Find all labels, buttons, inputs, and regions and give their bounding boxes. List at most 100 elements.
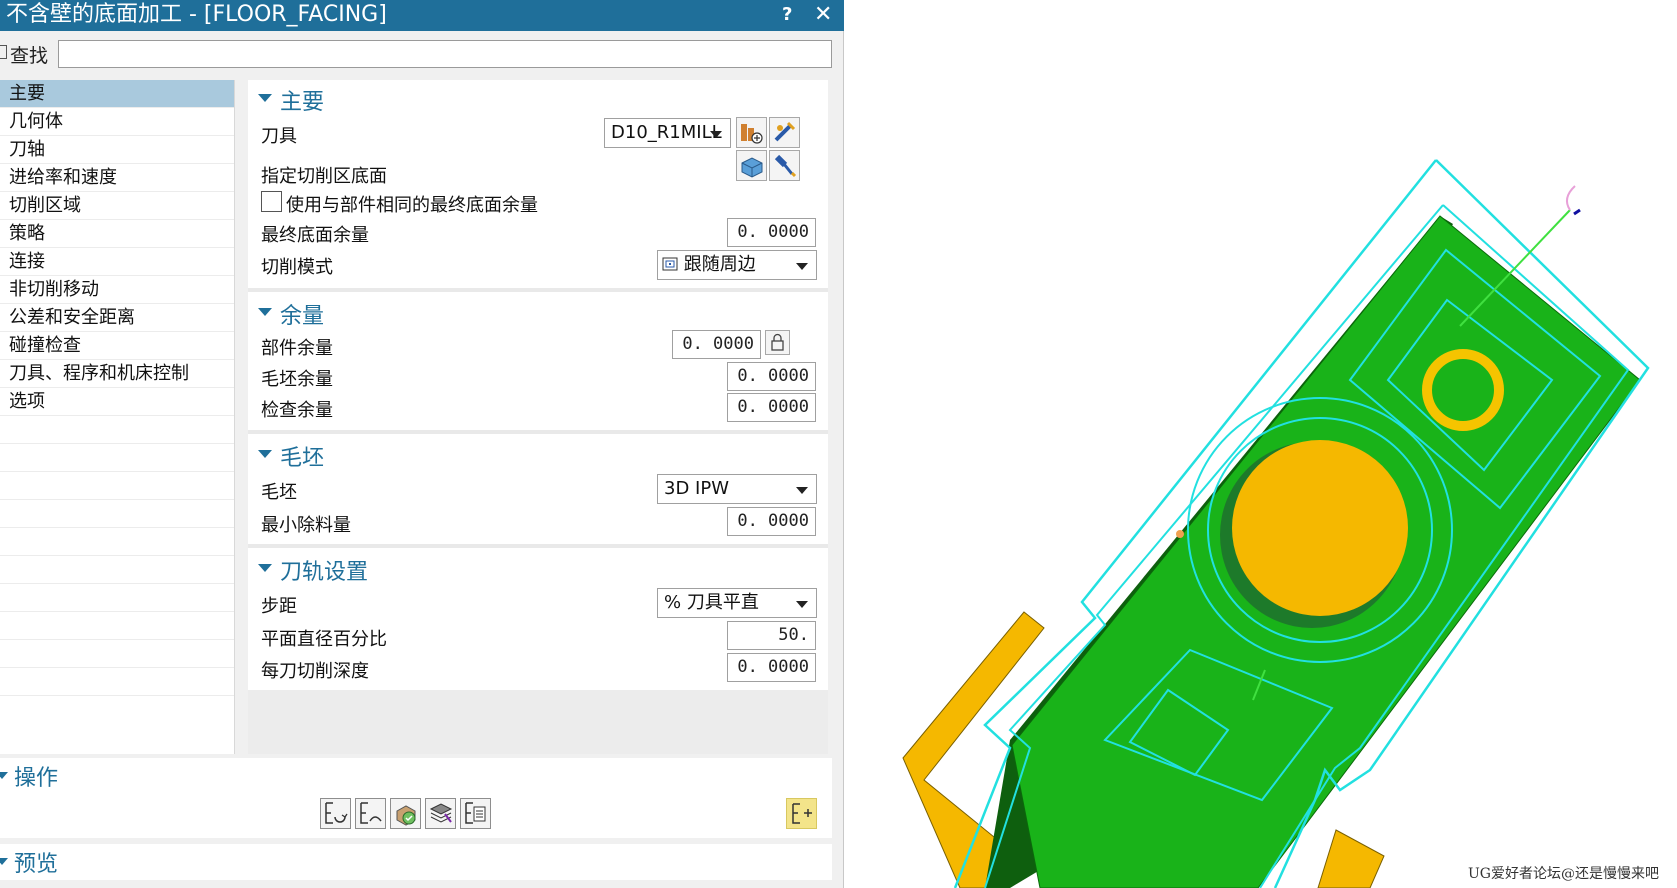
- close-button[interactable]: ✕: [814, 2, 832, 28]
- path-settings-icon: [792, 803, 812, 824]
- fixture-right-clamp: [1317, 829, 1385, 888]
- replay-icon: [360, 802, 382, 824]
- cut-pattern-label: 切削模式: [261, 257, 333, 278]
- help-button[interactable]: ?: [782, 3, 792, 27]
- watermark: UG爱好者论坛@还是慢慢来吧: [1468, 866, 1659, 882]
- stepover-dropdown[interactable]: % 刀具平直: [657, 588, 817, 618]
- dialog-title: 不含壁的底面加工 - [FLOOR_FACING]: [6, 2, 387, 27]
- min-removal-input[interactable]: 0. 0000: [727, 507, 816, 536]
- approach-arc: [1565, 185, 1576, 211]
- preview-title: 预览: [14, 852, 59, 877]
- list-button[interactable]: [425, 798, 456, 829]
- new-tool-button[interactable]: [736, 117, 767, 148]
- replay-button[interactable]: [355, 798, 386, 829]
- edit-tool-button[interactable]: [769, 117, 800, 148]
- chevron-down-icon: [796, 263, 808, 270]
- part-stock-input[interactable]: 0. 0000: [672, 330, 761, 359]
- collapse-triangle-icon: [258, 308, 272, 316]
- nav-item-tool-program-machine[interactable]: 刀具、程序和机床控制: [0, 360, 234, 388]
- collapse-triangle-icon: [258, 564, 272, 572]
- group-path-title: 刀轨设置: [280, 560, 369, 585]
- group-blank-header[interactable]: 毛坯: [248, 436, 828, 472]
- chevron-down-icon: [796, 601, 808, 608]
- operations-title: 操作: [14, 766, 59, 791]
- group-separator: [248, 430, 828, 434]
- display-floor-button[interactable]: [769, 150, 800, 181]
- part-stock-label: 部件余量: [261, 338, 333, 359]
- depth-per-cut-label: 每刀切削深度: [261, 661, 369, 682]
- depth-per-cut-input[interactable]: 0. 0000: [727, 653, 816, 682]
- collapse-triangle-icon: [258, 450, 272, 458]
- nav-item-non-cutting-moves[interactable]: 非切削移动: [0, 276, 234, 304]
- blank-dropdown[interactable]: 3D IPW: [657, 474, 817, 504]
- nav-item-options[interactable]: 选项: [0, 388, 234, 416]
- nav-item-tool-axis[interactable]: 刀轴: [0, 136, 234, 164]
- nav-item-connections[interactable]: 连接: [0, 248, 234, 276]
- floor-label: 指定切削区底面: [261, 166, 387, 187]
- nav-item-cut-area[interactable]: 切削区域: [0, 192, 234, 220]
- flat-diameter-percent-label: 平面直径百分比: [261, 629, 387, 650]
- group-main-header[interactable]: 主要: [248, 80, 828, 116]
- chevron-down-icon: [710, 131, 722, 138]
- cut-pattern-dropdown[interactable]: 跟随周边: [657, 250, 817, 280]
- collapse-triangle-icon[interactable]: [0, 772, 8, 779]
- path-settings-button[interactable]: [786, 798, 817, 829]
- graphics-viewport[interactable]: UG爱好者论坛@还是慢慢来吧: [844, 0, 1677, 888]
- collapse-triangle-icon: [258, 94, 272, 102]
- find-label: 查找: [10, 45, 49, 67]
- min-removal-label: 最小除料量: [261, 515, 351, 536]
- nav-item-main[interactable]: 主要: [0, 80, 234, 108]
- tool-dropdown[interactable]: D10_R1MILL: [604, 118, 731, 148]
- group-blank-title: 毛坯: [280, 446, 325, 471]
- flashlight-icon: [774, 154, 797, 178]
- nav-empty-row: [0, 612, 234, 640]
- nav-item-geometry[interactable]: 几何体: [0, 108, 234, 136]
- nav-item-collision-check[interactable]: 碰撞检查: [0, 332, 234, 360]
- group-separator: [248, 690, 828, 754]
- blank-stock-input[interactable]: 0. 0000: [727, 362, 816, 391]
- stepover-dropdown-value: % 刀具平直: [664, 592, 759, 613]
- nav-empty-row: [0, 556, 234, 584]
- verify-button[interactable]: [390, 798, 421, 829]
- nav-item-feeds-speeds[interactable]: 进给率和速度: [0, 164, 234, 192]
- lock-icon: [771, 333, 784, 351]
- cut-pattern-value: 跟随周边: [683, 254, 756, 275]
- blank-label: 毛坯: [261, 482, 297, 503]
- nav-panel: 主要 几何体 刀轴 进给率和速度 切削区域 策略 连接 非切削移动 公差和安全距…: [0, 80, 235, 754]
- generate-button[interactable]: [320, 798, 351, 829]
- settings-panel: 主要 刀具 D10_R1MILL 指定切削区底面 使用与部件相同的最终底面余量 …: [248, 80, 828, 754]
- check-stock-input[interactable]: 0. 0000: [727, 393, 816, 422]
- tool-axis-marker: [1573, 208, 1581, 216]
- nav-item-tolerances[interactable]: 公差和安全距离: [0, 304, 234, 332]
- verify-icon: [396, 805, 416, 826]
- operation-dialog: 不含壁的底面加工 - [FLOOR_FACING] ? ✕ 查找 主要 几何体 …: [0, 0, 844, 888]
- boss-top: [1232, 440, 1408, 616]
- select-floor-icon: [741, 157, 763, 178]
- start-point-marker: [1176, 530, 1184, 538]
- lock-part-stock-button[interactable]: [765, 330, 790, 355]
- follow-periphery-icon: [662, 257, 678, 271]
- nav-empty-row: [0, 584, 234, 612]
- group-path-header[interactable]: 刀轨设置: [248, 550, 828, 586]
- find-row: 查找: [0, 31, 844, 77]
- final-floor-stock-input[interactable]: 0. 0000: [727, 218, 816, 247]
- flat-diameter-percent-input[interactable]: 50. 0000: [727, 621, 816, 672]
- group-separator: [248, 288, 828, 292]
- operations-bar: 操作: [0, 758, 832, 838]
- use-same-floor-checkbox[interactable]: [261, 191, 282, 212]
- find-input[interactable]: [58, 40, 832, 68]
- tool-dropdown-value: D10_R1MILL: [611, 122, 722, 143]
- nav-empty-row: [0, 640, 234, 668]
- output-button[interactable]: [460, 798, 491, 829]
- chevron-down-icon: [796, 487, 808, 494]
- nav-empty-row: [0, 528, 234, 556]
- blank-stock-label: 毛坯余量: [261, 369, 333, 390]
- select-floor-button[interactable]: [736, 150, 767, 181]
- generate-icon: [325, 802, 348, 824]
- group-stock-header[interactable]: 余量: [248, 294, 828, 330]
- nav-empty-row: [0, 500, 234, 528]
- output-icon: [465, 802, 486, 824]
- nav-item-strategy[interactable]: 策略: [0, 220, 234, 248]
- collapse-triangle-icon[interactable]: [0, 858, 8, 865]
- edit-tool-icon: [774, 121, 796, 142]
